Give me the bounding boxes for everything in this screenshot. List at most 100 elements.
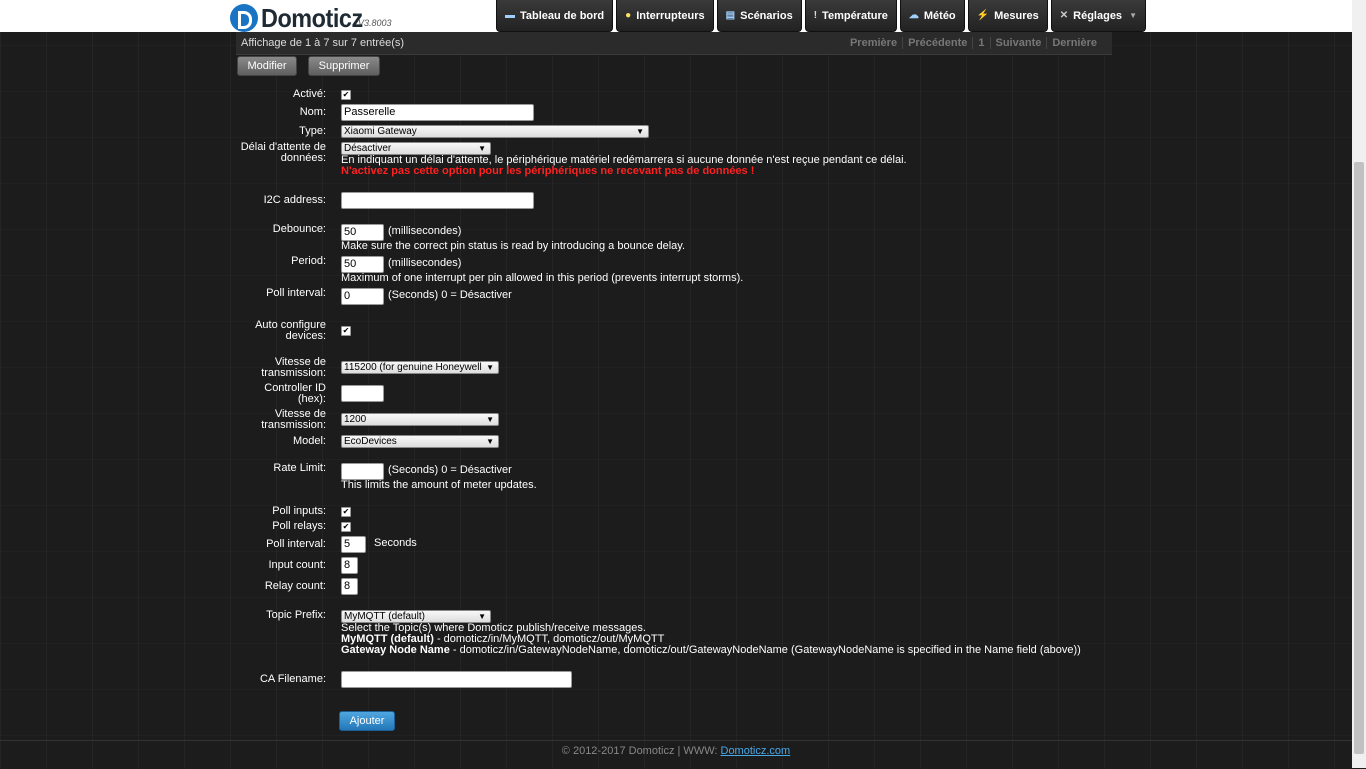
period-input[interactable]: 50 xyxy=(341,256,384,273)
controller-id-input[interactable] xyxy=(341,385,384,402)
name-label: Nom: xyxy=(299,106,326,118)
meter-icon: ⚡ xyxy=(976,10,990,21)
ca-filename-input[interactable] xyxy=(341,671,572,688)
table-info: Affichage de 1 à 7 sur 7 entrée(s) xyxy=(241,37,405,49)
period-unit: (millisecondes) xyxy=(388,257,462,269)
model-select-value: EcoDevices xyxy=(344,436,397,447)
main-nav: ▬ Tableau de bord ● Interrupteurs ▤ Scénari… xyxy=(496,0,1146,32)
pagination: Première Précédente 1 Suivante Dernière xyxy=(845,37,1102,49)
debounce-help: Make sure the correct pin status is read… xyxy=(341,240,686,252)
add-button[interactable]: Ajouter xyxy=(339,711,395,731)
weather-icon: ☁ xyxy=(908,10,919,21)
modify-button[interactable]: Modifier xyxy=(237,56,297,76)
name-input[interactable]: Passerelle xyxy=(341,104,534,121)
poll-interval2-label: Poll interval: xyxy=(266,538,326,550)
nav-label: Réglages xyxy=(1073,9,1123,22)
nav-weather[interactable]: ☁ Météo xyxy=(899,0,965,32)
nav-label: Tableau de bord xyxy=(520,9,605,22)
baud-select-value: 115200 (for genuine Honeywell xyxy=(344,362,482,373)
pager-first[interactable]: Première xyxy=(845,37,902,49)
dashboard-icon: ▬ xyxy=(505,10,515,21)
baud2-label: Vitesse de transmission: xyxy=(261,408,326,431)
nav-label: Interrupteurs xyxy=(636,9,705,22)
topic-prefix-value: MyMQTT (default) xyxy=(344,611,425,622)
rate-limit-label: Rate Limit: xyxy=(273,462,326,474)
thermometer-icon: ! xyxy=(813,10,818,21)
debounce-label: Debounce: xyxy=(272,223,326,235)
logo[interactable]: Domoticz V3.8003 xyxy=(230,2,392,32)
input-count-label: Input count: xyxy=(268,559,327,571)
period-help: Maximum of one interrupt per pin allowed… xyxy=(341,272,744,284)
scrollbar-thumb[interactable] xyxy=(1354,162,1364,754)
topic-option-2: Gateway Node Name - domoticz/in/GatewayN… xyxy=(341,644,1081,656)
delete-button[interactable]: Supprimer xyxy=(308,56,380,76)
scrollbar[interactable] xyxy=(1352,0,1366,768)
controller-id-label: Controller ID (hex): xyxy=(264,382,326,405)
lightbulb-icon: ● xyxy=(625,10,632,21)
chevron-down-icon: ▼ xyxy=(1129,11,1137,20)
ca-filename-label: CA Filename: xyxy=(259,673,326,685)
nav-label: Température xyxy=(822,9,888,22)
nav-setup[interactable]: ✕ Réglages ▼ xyxy=(1050,0,1146,32)
chevron-down-icon: ▼ xyxy=(478,144,486,153)
footer: © 2012-2017 Domoticz | WWW: Domoticz.com xyxy=(0,740,1352,769)
baud-select[interactable]: 115200 (for genuine Honeywell ▼ xyxy=(341,361,499,374)
topic-prefix-label: Topic Prefix: xyxy=(266,609,326,621)
chevron-down-icon: ▼ xyxy=(486,415,494,424)
footer-link[interactable]: Domoticz.com xyxy=(721,745,791,757)
footer-text: © 2012-2017 Domoticz | WWW: Domoticz.com xyxy=(561,745,791,757)
nav-label: Scénarios xyxy=(740,9,793,22)
poll-inputs-checkbox[interactable]: ✔ xyxy=(341,507,351,517)
poll-interval-label: Poll interval: xyxy=(266,287,326,299)
relay-count-label: Relay count: xyxy=(264,580,326,592)
version-label: V3.8003 xyxy=(358,18,392,28)
baud2-select[interactable]: 1200 ▼ xyxy=(341,413,499,426)
timeout-warning: N'activez pas cette option pour les péri… xyxy=(341,165,755,177)
pager-next[interactable]: Suivante xyxy=(989,37,1047,49)
nav-label: Mesures xyxy=(994,9,1039,22)
rate-limit-input[interactable] xyxy=(341,463,384,480)
relay-count-input[interactable]: 8 xyxy=(341,578,358,595)
enabled-checkbox[interactable]: ✔ xyxy=(341,90,351,100)
poll-interval-unit: (Seconds) 0 = Désactiver xyxy=(388,289,512,301)
model-label: Model: xyxy=(292,435,326,447)
debounce-input[interactable]: 50 xyxy=(341,224,384,241)
poll-interval-input[interactable]: 0 xyxy=(341,288,384,305)
period-label: Period: xyxy=(291,255,326,267)
poll-relays-checkbox[interactable]: ✔ xyxy=(341,522,351,532)
nav-utility[interactable]: ⚡ Mesures xyxy=(967,0,1048,32)
top-bar: Domoticz V3.8003 ▬ Tableau de bord ● Inter… xyxy=(0,0,1352,32)
input-count-input[interactable]: 8 xyxy=(341,557,358,574)
baud2-select-value: 1200 xyxy=(344,414,367,425)
nav-dashboard[interactable]: ▬ Tableau de bord xyxy=(496,0,614,32)
pager-previous[interactable]: Précédente xyxy=(902,37,972,49)
rate-limit-help: This limits the amount of meter updates. xyxy=(341,479,537,491)
autoconf-checkbox[interactable]: ✔ xyxy=(341,326,351,336)
nav-label: Météo xyxy=(923,9,956,22)
rate-limit-unit: (Seconds) 0 = Désactiver xyxy=(388,464,512,476)
i2c-input[interactable] xyxy=(341,192,534,209)
type-select-value: Xiaomi Gateway xyxy=(344,126,417,137)
pager-page[interactable]: 1 xyxy=(972,37,989,49)
type-label: Type: xyxy=(299,125,326,137)
model-select[interactable]: EcoDevices ▼ xyxy=(341,435,499,448)
type-select[interactable]: Xiaomi Gateway ▼ xyxy=(341,125,649,138)
timeout-label: Délai d'attente de données: xyxy=(240,141,326,164)
baud-label: Vitesse de transmission: xyxy=(261,356,326,379)
chevron-down-icon: ▼ xyxy=(636,127,644,136)
nav-scenes[interactable]: ▤ Scénarios xyxy=(716,0,802,32)
enabled-label: Activé: xyxy=(292,88,326,100)
chevron-down-icon: ▼ xyxy=(486,363,494,372)
poll-interval2-input[interactable]: 5 xyxy=(341,536,366,553)
domoticz-logo-icon xyxy=(230,4,258,32)
timeout-select-value: Désactiver xyxy=(344,143,392,154)
nav-temperature[interactable]: ! Température xyxy=(804,0,897,32)
debounce-unit: (millisecondes) xyxy=(388,225,462,237)
chevron-down-icon: ▼ xyxy=(486,437,494,446)
i2c-label: I2C address: xyxy=(263,194,326,206)
autoconf-label: Auto configure devices: xyxy=(255,319,326,342)
poll-relays-label: Poll relays: xyxy=(272,520,326,532)
nav-switches[interactable]: ● Interrupteurs xyxy=(616,0,714,32)
pager-last[interactable]: Dernière xyxy=(1046,37,1102,49)
chevron-down-icon: ▼ xyxy=(478,612,486,621)
